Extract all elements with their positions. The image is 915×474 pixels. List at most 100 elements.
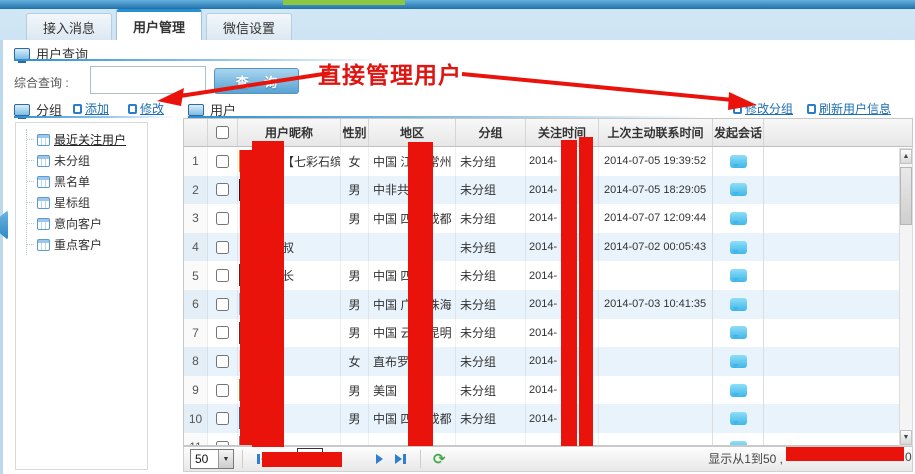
tree-item-key-customers[interactable]: 重点客户 <box>27 234 147 255</box>
refresh-icon[interactable]: ⟳ <box>433 450 446 468</box>
table-row: 6 男 中国 广东 珠海 未分组 2014- 2014-07-03 10:41:… <box>184 290 912 319</box>
row-number: 8 <box>184 347 208 376</box>
group-cell: 未分组 <box>456 204 526 233</box>
tree-item-prospective-customers[interactable]: 意向客户 <box>27 213 147 234</box>
chat-bubble-icon[interactable] <box>730 212 747 225</box>
chat-bubble-icon[interactable] <box>730 155 747 168</box>
gender-cell: 男 <box>341 404 369 433</box>
tree-item-label: 黑名单 <box>54 173 90 190</box>
row-checkbox[interactable] <box>216 183 229 196</box>
scrollbar-thumb[interactable] <box>900 167 912 225</box>
tab-incoming-messages[interactable]: 接入消息 <box>26 13 112 40</box>
gender-cell: 女 <box>341 147 369 176</box>
monitor-icon <box>188 104 204 116</box>
last-contact-cell: 2014-07-02 00:05:43 <box>599 233 713 262</box>
chat-bubble-icon[interactable] <box>730 241 747 254</box>
modify-group-link[interactable]: 修改分组 <box>733 100 793 117</box>
refresh-box-icon <box>807 104 816 114</box>
group-grid-icon <box>37 197 50 209</box>
group-edit-label: 修改 <box>140 100 164 117</box>
table-vertical-scrollbar[interactable]: ▲ ▼ <box>899 148 913 446</box>
select-all-checkbox[interactable] <box>216 126 229 139</box>
gender-cell: 男 <box>341 204 369 233</box>
refresh-user-label: 刷新用户信息 <box>819 100 891 117</box>
combined-query-label: 综合查询 : <box>14 74 69 91</box>
col-last-contact[interactable]: 上次主动联系时间 <box>599 119 713 146</box>
row-number: 3 <box>184 204 208 233</box>
last-contact-cell: 2014-07-07 12:09:44 <box>599 204 713 233</box>
header-filler <box>764 119 912 146</box>
combined-query-input[interactable] <box>90 66 206 94</box>
col-start-chat[interactable]: 发起会话 <box>713 119 764 146</box>
last-contact-cell: 2014-07-05 18:29:05 <box>599 176 713 205</box>
tree-item-label: 星标组 <box>54 194 90 211</box>
row-checkbox[interactable] <box>216 412 229 425</box>
row-number: 1 <box>184 147 208 176</box>
gender-cell <box>341 433 369 446</box>
modify-group-label: 修改分组 <box>745 100 793 117</box>
page-size-select[interactable]: 50 ▼ <box>190 449 234 469</box>
chevron-down-icon: ▼ <box>218 450 233 468</box>
row-checkbox[interactable] <box>216 269 229 282</box>
row-checkbox[interactable] <box>216 241 229 254</box>
section-underline <box>14 116 176 118</box>
gender-cell: 女 <box>341 347 369 376</box>
group-grid-icon <box>37 176 50 188</box>
chat-bubble-icon[interactable] <box>730 269 747 282</box>
scroll-up-button[interactable]: ▲ <box>900 149 912 164</box>
chat-bubble-icon[interactable] <box>730 355 747 368</box>
group-cell: 未分组 <box>456 290 526 319</box>
monitor-icon <box>14 104 30 116</box>
redaction-box <box>561 140 577 446</box>
group-grid-icon <box>37 134 50 146</box>
modify-group-box-icon <box>733 104 742 114</box>
row-checkbox[interactable] <box>216 355 229 368</box>
table-body: 1 【七彩石缤 女 中国 江苏 常州 未分组 2014- 2014-07-05 … <box>184 147 912 446</box>
chat-bubble-icon[interactable] <box>730 183 747 196</box>
last-page-button[interactable] <box>389 454 412 464</box>
group-tree-panel: 最近关注用户 未分组 黑名单 星标组 意向客户 重点客户 <box>15 122 148 470</box>
tree-item-ungrouped[interactable]: 未分组 <box>27 150 147 171</box>
group-add-label: 添加 <box>85 100 109 117</box>
row-number: 10 <box>184 404 208 433</box>
table-row: 10 男 中国 四川 成都 未分组 2014- <box>184 404 912 433</box>
group-cell: 未分组 <box>456 147 526 176</box>
group-grid-icon <box>37 218 50 230</box>
chat-bubble-icon[interactable] <box>730 384 747 397</box>
row-number: 9 <box>184 376 208 405</box>
tree-item-recent-followers[interactable]: 最近关注用户 <box>27 129 147 150</box>
query-button[interactable]: 查 询 <box>214 68 299 94</box>
chat-bubble-icon[interactable] <box>730 412 747 425</box>
tab-user-management[interactable]: 用户管理 <box>116 9 202 40</box>
user-table: 用户昵称 性别 地区 分组 关注时间 上次主动联系时间 发起会话 1 【七彩石缤… <box>183 118 913 446</box>
tree-item-starred[interactable]: 星标组 <box>27 192 147 213</box>
table-header-row: 用户昵称 性别 地区 分组 关注时间 上次主动联系时间 发起会话 <box>184 119 912 147</box>
group-edit-link[interactable]: 修改 <box>128 100 164 117</box>
tree-item-label: 意向客户 <box>54 215 102 232</box>
row-checkbox[interactable] <box>216 212 229 225</box>
row-checkbox[interactable] <box>216 326 229 339</box>
row-number: 6 <box>184 290 208 319</box>
row-checkbox[interactable] <box>216 155 229 168</box>
group-cell: 未分组 <box>456 261 526 290</box>
group-cell: 未分组 <box>456 233 526 262</box>
group-cell: 未分组 <box>456 176 526 205</box>
tree-item-blacklist[interactable]: 黑名单 <box>27 171 147 192</box>
edit-box-icon <box>128 104 137 114</box>
redaction-box <box>252 141 284 447</box>
refresh-user-info-link[interactable]: 刷新用户信息 <box>807 100 891 117</box>
scroll-down-button[interactable]: ▼ <box>900 430 912 445</box>
col-group[interactable]: 分组 <box>456 119 526 146</box>
col-gender[interactable]: 性别 <box>341 119 369 146</box>
chat-bubble-icon[interactable] <box>730 326 747 339</box>
chat-bubble-icon[interactable] <box>730 298 747 311</box>
last-contact-cell <box>599 376 713 405</box>
group-add-link[interactable]: 添加 <box>73 100 109 117</box>
row-checkbox[interactable] <box>216 298 229 311</box>
tab-wechat-settings[interactable]: 微信设置 <box>206 13 292 40</box>
top-title-bar <box>0 0 915 9</box>
table-row: 3 男 中国 四川 成都 未分组 2014- 2014-07-07 12:09:… <box>184 204 912 233</box>
row-checkbox[interactable] <box>216 384 229 397</box>
tree-item-label: 最近关注用户 <box>54 131 126 148</box>
next-page-button[interactable] <box>370 454 389 464</box>
